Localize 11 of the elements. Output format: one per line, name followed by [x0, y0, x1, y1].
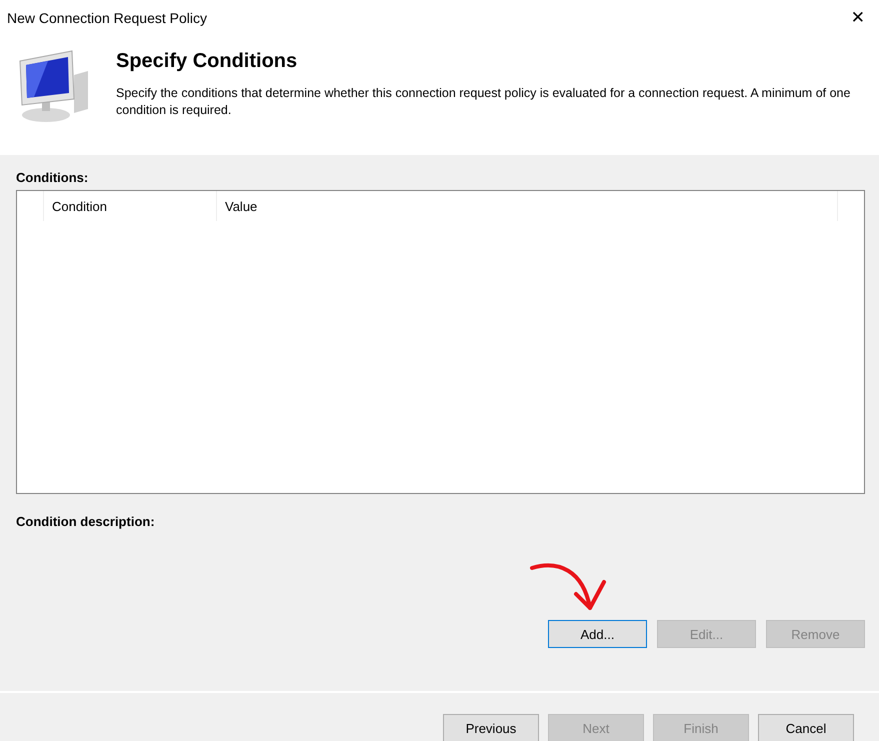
button[interactable]: Add... — [548, 620, 647, 648]
page-title: Specify Conditions — [116, 50, 298, 73]
close-button[interactable]: ✕ — [850, 8, 865, 28]
window-title: New Connection Request Policy — [7, 10, 207, 26]
conditions-label: Conditions: — [16, 170, 88, 185]
condition-description-label: Condition description: — [16, 514, 155, 529]
button[interactable]: Cancel — [758, 714, 854, 741]
column-header[interactable]: Value — [216, 191, 838, 221]
button[interactable]: Previous — [443, 714, 539, 741]
column-header[interactable]: Condition — [43, 191, 216, 221]
page-description: Specify the conditions that determine whether this connection request policy is evaluated for a connection request. A minimum of one condition is required. — [116, 85, 852, 119]
